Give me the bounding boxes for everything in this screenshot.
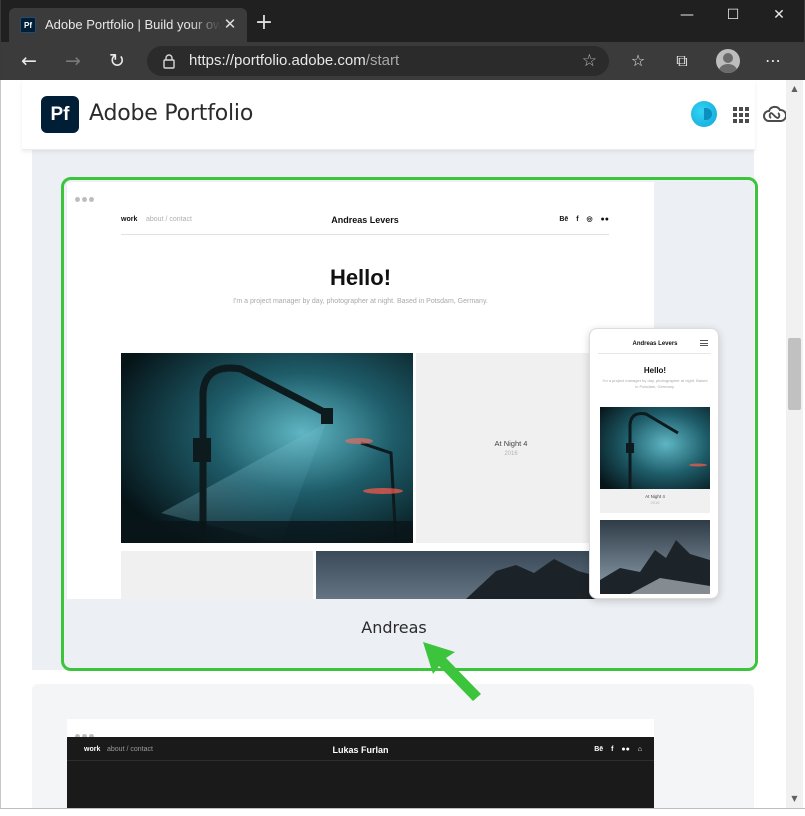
tab-title: Adobe Portfolio | Build your own persona…	[45, 17, 221, 32]
url-host: https://portfolio.adobe.com	[189, 52, 366, 69]
forward-arrow-icon[interactable]: →	[59, 48, 87, 74]
app-header: Pf Adobe Portfolio	[22, 80, 787, 150]
new-tab-icon[interactable]: +	[253, 12, 275, 34]
app-title[interactable]: Adobe Portfolio	[89, 100, 253, 128]
address-bar[interactable]: https://portfolio.adobe.com/start ☆	[147, 46, 609, 76]
more-icon[interactable]: ⋯	[760, 49, 786, 73]
profile-icon[interactable]	[716, 49, 740, 73]
close-window-icon[interactable]: ✕	[756, 4, 802, 26]
preview2-social-icons: Bē f ●● ⌂	[594, 746, 642, 753]
preview2-divider	[67, 760, 654, 761]
favorite-star-icon[interactable]: ☆	[582, 50, 597, 72]
window-bottom-edge	[0, 808, 805, 816]
minimize-icon[interactable]: —	[664, 4, 710, 26]
refresh-icon[interactable]: ↻	[103, 48, 131, 74]
browser-toolbar: ← → ↻ https://portfolio.adobe.com/start …	[1, 42, 805, 80]
page-content: Pf Adobe Portfolio work about / contact …	[0, 80, 805, 808]
browser-tab[interactable]: Pf Adobe Portfolio | Build your own pers…	[9, 8, 247, 42]
url-path: /start	[365, 52, 400, 69]
favorites-icon[interactable]: ☆	[625, 49, 651, 73]
scrollbar-thumb[interactable]	[788, 338, 801, 410]
apps-grid-icon[interactable]	[733, 107, 749, 123]
close-tab-icon[interactable]: ✕	[221, 15, 239, 33]
creative-cloud-icon[interactable]	[762, 105, 788, 125]
scroll-up-icon[interactable]: ▲	[786, 82, 803, 96]
maximize-icon[interactable]: ☐	[710, 4, 756, 26]
dark-preview-header: work about / contact Lukas Furlan Bē f ●…	[67, 737, 654, 808]
preview2-site-name: Lukas Furlan	[332, 745, 389, 755]
scroll-down-icon[interactable]: ▼	[786, 792, 803, 806]
collections-icon[interactable]: ⧉	[669, 49, 695, 73]
portfolio-favicon-icon: Pf	[20, 17, 36, 33]
url-text: https://portfolio.adobe.com/start	[189, 52, 399, 70]
user-avatar-icon[interactable]	[691, 101, 717, 127]
pointer-arrow-icon	[423, 642, 481, 701]
back-arrow-icon[interactable]: ←	[15, 48, 43, 74]
page-scrollbar[interactable]: ▲ ▼	[786, 80, 803, 808]
template-card-andreas-highlight[interactable]	[61, 177, 758, 671]
browser-chrome: Pf Adobe Portfolio | Build your own pers…	[0, 0, 805, 80]
template-preview-lukas[interactable]: work about / contact Lukas Furlan Bē f ●…	[67, 719, 654, 808]
lock-icon	[163, 54, 175, 69]
portfolio-logo[interactable]: Pf	[41, 96, 79, 133]
